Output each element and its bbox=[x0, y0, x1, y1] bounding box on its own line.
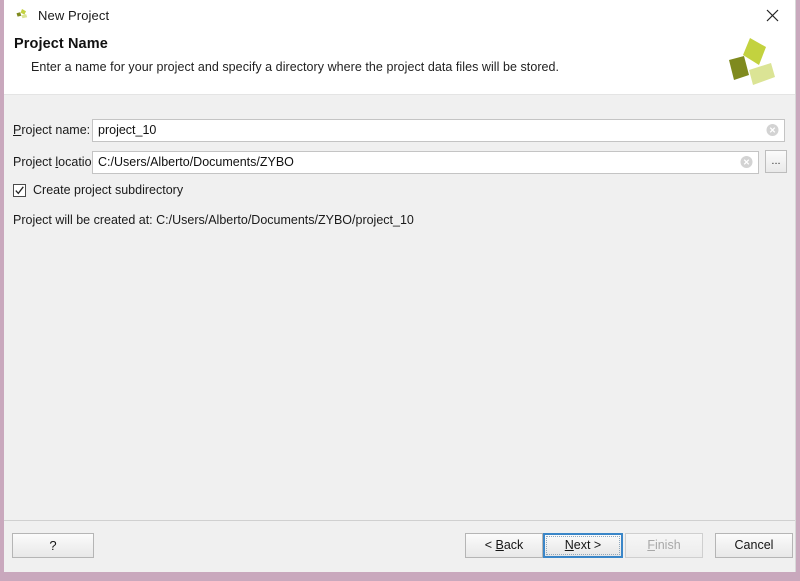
xilinx-logo-icon bbox=[13, 6, 31, 24]
dialog-header: Project Name Enter a name for your proje… bbox=[4, 30, 795, 94]
create-subdirectory-checkbox[interactable] bbox=[13, 183, 26, 197]
finish-button: Finish bbox=[625, 533, 703, 558]
mnemonic: B bbox=[495, 538, 504, 552]
project-location-row: Project location: bbox=[4, 150, 795, 174]
mnemonic: N bbox=[564, 538, 574, 552]
project-location-input[interactable] bbox=[92, 150, 759, 174]
new-project-dialog: New Project Project Name Enter a name fo… bbox=[4, 0, 796, 572]
project-name-label: Project name: bbox=[13, 123, 91, 137]
cancel-button[interactable]: Cancel bbox=[715, 533, 793, 558]
project-name-input-wrap bbox=[92, 118, 785, 142]
close-icon[interactable] bbox=[749, 0, 795, 30]
project-path-status: Project will be created at: C:/Users/Alb… bbox=[13, 213, 414, 227]
project-name-input[interactable] bbox=[92, 118, 785, 142]
project-name-row: Project name: bbox=[4, 118, 795, 142]
clear-circle-icon[interactable] bbox=[740, 156, 753, 169]
browse-ellipsis-icon[interactable]: ... bbox=[765, 150, 787, 173]
mnemonic: F bbox=[647, 538, 655, 552]
xilinx-brand-logo-icon bbox=[719, 32, 781, 92]
dialog-footer: ? < Back Next > Finish Cancel bbox=[4, 520, 795, 572]
window-bottom-border bbox=[0, 572, 800, 581]
page-description: Enter a name for your project and specif… bbox=[31, 60, 560, 74]
back-button[interactable]: < Back bbox=[465, 533, 543, 558]
create-subdirectory-label: Create project subdirectory bbox=[33, 183, 184, 197]
dialog-body: Project name: Project location: bbox=[4, 94, 795, 520]
project-location-label: Project location: bbox=[13, 155, 102, 169]
checkmark-icon bbox=[15, 185, 24, 194]
page-title: Project Name bbox=[14, 36, 108, 52]
window-title: New Project bbox=[38, 7, 110, 23]
create-subdirectory-row[interactable]: Create project subdirectory bbox=[13, 183, 183, 197]
help-button[interactable]: ? bbox=[12, 533, 94, 558]
project-location-input-wrap bbox=[92, 150, 759, 174]
title-bar: New Project bbox=[4, 0, 795, 30]
next-button[interactable]: Next > bbox=[543, 533, 623, 558]
clear-circle-icon[interactable] bbox=[766, 124, 779, 137]
